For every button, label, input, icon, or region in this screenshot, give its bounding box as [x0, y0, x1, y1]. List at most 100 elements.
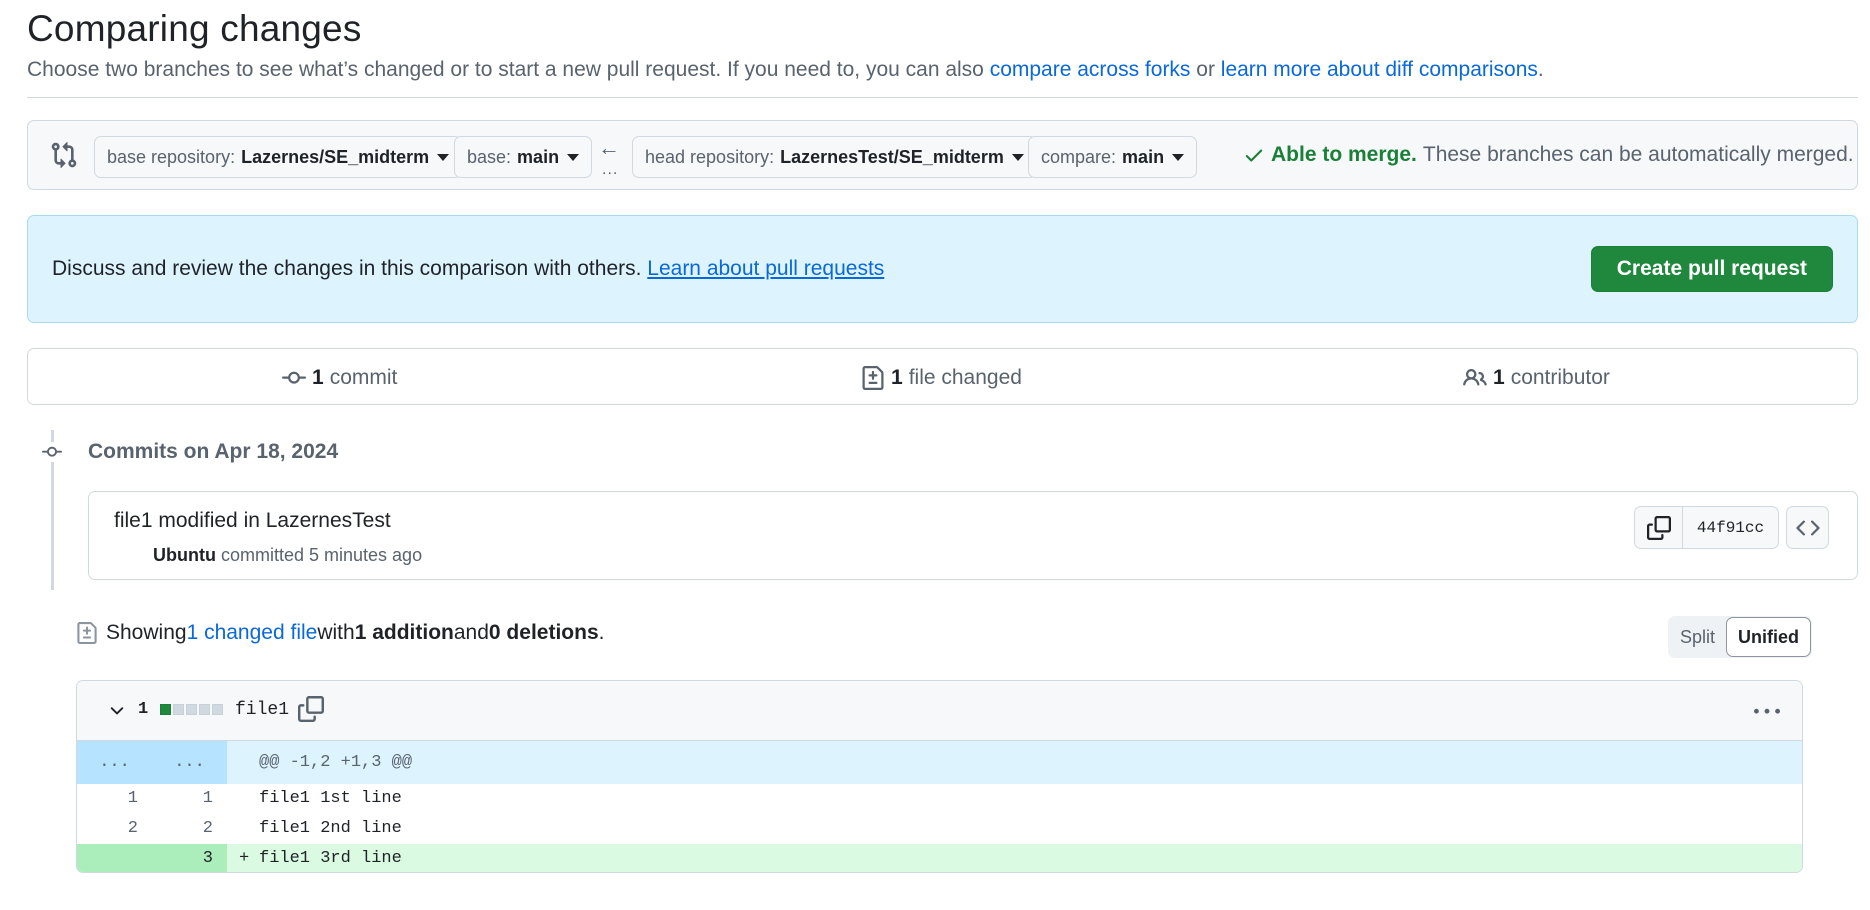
learn-about-pull-requests-link[interactable]: Learn about pull requests: [647, 257, 884, 280]
additions-count: 1 addition: [354, 621, 454, 644]
new-line-number[interactable]: 2: [152, 814, 227, 844]
diffstat: [160, 704, 223, 715]
head-repository-select[interactable]: head repository: LazernesTest/SE_midterm: [632, 136, 1037, 178]
git-commit-icon: [282, 371, 306, 384]
hunk-header-row: ... ... @@ -1,2 +1,3 @@: [77, 741, 1802, 784]
commit-time: committed 5 minutes ago: [215, 545, 423, 565]
diff-toc: Showing 1 changed file with 1 addition a…: [76, 621, 604, 645]
subtitle-or: or: [1190, 58, 1221, 81]
diff-line: 2 2 file1 2nd line: [77, 814, 1802, 844]
base-branch-select[interactable]: base: main: [454, 136, 593, 178]
diffstat-block-neutral: [212, 704, 223, 715]
base-repository-select[interactable]: base repository: Lazernes/SE_midterm: [94, 136, 463, 178]
subtitle-end: .: [1537, 58, 1544, 81]
commits-date-heading: Commits on Apr 18, 2024: [88, 440, 339, 463]
compare-page: Comparing changes Choose two branches to…: [0, 0, 1870, 910]
merge-status: Able to merge. These branches can be aut…: [1243, 143, 1854, 167]
hunk-header-text: @@ -1,2 +1,3 @@: [259, 753, 413, 772]
callout-message: Discuss and review the changes in this c…: [52, 257, 884, 281]
diff-line-text: file1 2nd line: [259, 819, 402, 838]
files-count: 1: [891, 366, 903, 389]
file-diff-icon: [77, 622, 97, 644]
create-pull-request-button[interactable]: Create pull request: [1590, 246, 1833, 292]
file-name-link[interactable]: file1: [235, 700, 289, 720]
contributors-summary-tab[interactable]: 1 contributor: [1463, 366, 1610, 390]
git-compare-icon: [51, 142, 77, 168]
toc-and: and: [453, 621, 489, 644]
range-ellipsis: ...: [602, 161, 619, 178]
head-repository-label: head repository:: [645, 146, 775, 167]
file-diff: 1 file1 ... ... @@ -1,2 +1,3 @@ 1 1 file…: [76, 680, 1803, 873]
file-diff-icon: [862, 366, 884, 390]
diff-marker: +: [239, 849, 250, 868]
old-line-number[interactable]: 2: [77, 814, 152, 844]
compare-across-forks-link[interactable]: compare across forks: [990, 58, 1191, 81]
old-line-number[interactable]: 1: [77, 784, 152, 814]
commits-summary-tab[interactable]: 1 commit: [282, 366, 397, 390]
git-commit-icon: [39, 442, 65, 462]
diffstat-block-neutral: [199, 704, 210, 715]
diff-line-code: + file1 3rd line: [227, 844, 1802, 872]
page-title: Comparing changes: [27, 8, 362, 49]
check-icon: [1245, 149, 1263, 162]
base-branch-value: main: [517, 146, 560, 167]
compare-branch-value: main: [1122, 146, 1165, 167]
contributors-label: contributor: [1510, 366, 1610, 389]
arrow-left-icon: ←: [598, 135, 620, 160]
code-icon: [1795, 519, 1820, 536]
header-divider: [27, 97, 1858, 98]
commit-meta: Ubuntu committed 5 minutes ago: [153, 545, 422, 566]
expand-hunk-right[interactable]: ...: [152, 741, 227, 784]
numbers-summary: 1 commit 1 file changed 1 contributor: [27, 348, 1858, 405]
pull-request-callout: Discuss and review the changes in this c…: [27, 215, 1858, 323]
contributors-count: 1: [1493, 366, 1505, 389]
compare-branch-select[interactable]: compare: main: [1028, 136, 1198, 178]
base-branch-label: base:: [467, 146, 512, 167]
diff-line: 1 1 file1 1st line: [77, 784, 1802, 814]
file-change-count: 1: [138, 700, 149, 719]
diff-line-code: file1 2nd line: [227, 814, 1802, 844]
commit-row: file1 modified in LazernesTest Ubuntu co…: [88, 491, 1858, 580]
commit-title-link[interactable]: file1 modified in LazernesTest: [114, 509, 391, 533]
diff-comparisons-link[interactable]: learn more about diff comparisons: [1221, 58, 1538, 81]
commit-sha-link[interactable]: 44f91cc: [1683, 507, 1778, 548]
range-editor: base repository: Lazernes/SE_midterm bas…: [27, 120, 1858, 190]
toc-with: with: [317, 621, 355, 644]
toc-showing: Showing: [106, 621, 187, 644]
merge-status-ok: Able to merge.: [1271, 143, 1417, 166]
caret-down-icon: [567, 154, 580, 161]
copy-icon: [1646, 515, 1671, 540]
file-header: 1 file1: [77, 681, 1802, 741]
diff-line-code: file1 1st line: [227, 784, 1802, 814]
commits-label: commit: [329, 366, 398, 389]
people-icon: [1463, 368, 1487, 386]
diff-view-toggle: Split Unified: [1668, 616, 1813, 658]
deletions-count: 0 deletions: [488, 621, 599, 644]
caret-down-icon: [1011, 154, 1024, 161]
old-line-number[interactable]: [77, 844, 152, 872]
merge-status-text: These branches can be automatically merg…: [1422, 143, 1854, 166]
commit-sha-group: 44f91cc: [1634, 506, 1779, 549]
new-line-number[interactable]: 1: [152, 784, 227, 814]
page-subtitle: Choose two branches to see what’s change…: [27, 58, 1544, 82]
new-line-number[interactable]: 3: [152, 844, 227, 872]
expand-hunk-left[interactable]: ...: [77, 741, 152, 784]
browse-repository-button[interactable]: [1786, 506, 1829, 549]
diffstat-block-added: [160, 704, 171, 715]
compare-branch-label: compare:: [1041, 146, 1117, 167]
copy-sha-button[interactable]: [1635, 507, 1683, 548]
caret-down-icon: [1172, 154, 1185, 161]
split-view-button[interactable]: Split: [1669, 617, 1726, 657]
kebab-horizontal-icon[interactable]: [1754, 699, 1780, 725]
diffstat-block-neutral: [186, 704, 197, 715]
diffstat-block-neutral: [173, 704, 184, 715]
files-summary-tab[interactable]: 1 file changed: [861, 366, 1022, 390]
changed-files-link[interactable]: 1 changed file: [187, 621, 318, 645]
base-repository-value: Lazernes/SE_midterm: [241, 146, 430, 167]
commit-author[interactable]: Ubuntu: [153, 545, 216, 565]
chevron-down-icon[interactable]: [107, 701, 127, 721]
copy-icon[interactable]: [298, 696, 324, 722]
unified-view-button[interactable]: Unified: [1726, 617, 1812, 657]
subtitle-text: Choose two branches to see what’s change…: [27, 58, 990, 81]
commits-count: 1: [312, 366, 324, 389]
